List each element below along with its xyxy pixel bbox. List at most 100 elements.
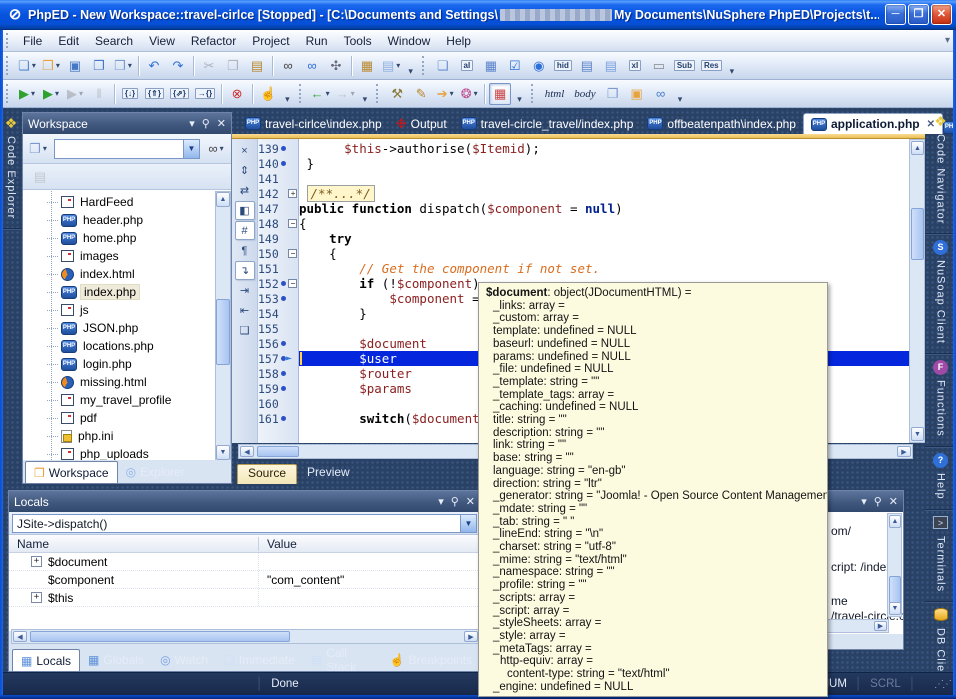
pause-button[interactable]: ‖ <box>88 83 110 105</box>
gutter-line-155[interactable]: 155 <box>258 321 298 336</box>
undo-button[interactable]: ↶ <box>143 55 165 77</box>
tree-item-php-ini[interactable]: php.ini <box>23 427 215 445</box>
run-button[interactable]: ▶▾ <box>16 83 38 105</box>
run-to-cursor-button[interactable]: →{} <box>193 83 217 105</box>
tree-scrollbar[interactable]: ▲ ▼ <box>215 191 231 460</box>
tree-item-header-php[interactable]: header.php <box>23 211 215 229</box>
show-paragraph-marks-button[interactable]: ¶ <box>235 241 255 260</box>
menubar-grip[interactable] <box>6 33 11 48</box>
menu-help[interactable]: Help <box>438 32 479 50</box>
code-line-141[interactable] <box>299 171 909 186</box>
gutter-line-159[interactable]: 159 <box>258 381 298 396</box>
fold-expand-icon[interactable]: + <box>288 189 297 198</box>
tab-help[interactable]: ?Help <box>925 447 956 510</box>
stop-button[interactable]: ⊗ <box>226 83 248 105</box>
tab-watch[interactable]: ◎Watch <box>152 649 216 671</box>
toolbar-overflow-chevron[interactable]: ▾ <box>730 66 735 79</box>
tab-code-explorer[interactable]: ❖ Code Explorer <box>0 108 22 229</box>
soft-wrap-button[interactable]: ⇄ <box>235 181 255 200</box>
watch-menu-button[interactable]: ▾ <box>861 495 867 508</box>
close-button[interactable]: ✕ <box>931 4 952 25</box>
gutter-line-161[interactable]: 161 <box>258 411 298 426</box>
tab-workspace[interactable]: ❒Workspace <box>25 461 118 483</box>
toolbar-overflow-chevron[interactable]: ▾ <box>363 94 368 107</box>
menu-edit[interactable]: Edit <box>50 32 87 50</box>
editor-scroll-right-icon[interactable]: ▶ <box>897 446 911 457</box>
replace-button[interactable]: ✣ <box>325 55 347 77</box>
step-over-button[interactable]: {⇑} <box>143 83 166 105</box>
form-list-button[interactable]: ▤ <box>576 55 598 77</box>
colors-button[interactable]: ▦ <box>489 83 511 105</box>
code-line-142[interactable]: /**...*/ <box>299 186 909 201</box>
publish-button[interactable]: ➔▾ <box>434 83 456 105</box>
minimize-button[interactable]: ─ <box>885 4 906 25</box>
tree-scroll-down-icon[interactable]: ▼ <box>216 445 230 460</box>
html-tag-button[interactable]: html <box>541 83 569 105</box>
code-line-149[interactable]: try <box>299 231 909 246</box>
editor-tab-output[interactable]: ❉Output <box>389 113 454 134</box>
tab-call-stack[interactable]: ▤Call Stack <box>303 649 382 671</box>
gutter-line-154[interactable]: 154 <box>258 306 298 321</box>
pan-hand-button[interactable]: ☝ <box>257 83 279 105</box>
menu-project[interactable]: Project <box>244 32 297 50</box>
code-line-140[interactable]: } <box>299 156 909 171</box>
gutter-line-158[interactable]: 158 <box>258 366 298 381</box>
toolbar-grip[interactable] <box>422 56 427 75</box>
code-line-139[interactable]: $this->authorise($Itemid); <box>299 141 909 156</box>
editor-tab-travel-circle-travel-index-php[interactable]: travel-circle_travel/index.php <box>454 113 641 134</box>
tab-nusoap-client[interactable]: SNuSoap Client <box>925 234 956 354</box>
workspace-file-tree[interactable]: HardFeedheader.phphome.phpimagesindex.ht… <box>23 190 231 460</box>
gutter-line-148[interactable]: 148− <box>258 216 298 231</box>
locals-row-component[interactable]: $component"com_content" <box>9 571 480 589</box>
collapse-margin-button[interactable]: ◧ <box>235 201 255 220</box>
settings-button[interactable]: ⚒ <box>386 83 408 105</box>
watch-scroll-down-icon[interactable]: ▼ <box>889 602 901 615</box>
form-radio-button[interactable]: ◉ <box>528 55 550 77</box>
watch-scroll-thumb[interactable] <box>889 576 901 604</box>
tree-item-missing-html[interactable]: missing.html <box>23 373 215 391</box>
gutter-line-147[interactable]: 147 <box>258 201 298 216</box>
menu-refactor[interactable]: Refactor <box>183 32 244 50</box>
watch-vscrollbar[interactable]: ▲ ▼ <box>887 513 902 617</box>
step-out-button[interactable]: {⇗} <box>168 83 191 105</box>
frames-button[interactable]: ▦ <box>356 55 378 77</box>
locals-scroll-left-icon[interactable]: ◀ <box>13 631 27 642</box>
gutter-line-160[interactable]: 160 <box>258 396 298 411</box>
fold-collapse-icon[interactable]: − <box>288 249 297 258</box>
editor-scroll-up-icon[interactable]: ▲ <box>911 141 924 155</box>
close-editor-button[interactable]: × <box>235 141 255 160</box>
save-all-button[interactable]: ❐ <box>88 55 110 77</box>
open-file-button[interactable]: ❒▾ <box>40 55 62 77</box>
gutter-line-140[interactable]: 140 <box>258 156 298 171</box>
insert-image-button[interactable]: ▣ <box>626 83 648 105</box>
jump-to-button[interactable]: ↴ <box>235 261 255 280</box>
gutter-line-157[interactable]: 157► <box>258 351 298 366</box>
column-value[interactable]: Value <box>259 537 480 551</box>
locals-row-document[interactable]: +$document <box>9 553 480 571</box>
navigate-forward-button[interactable]: →▾ <box>334 83 357 105</box>
toolbar-overflow-chevron[interactable]: ▾ <box>678 94 683 107</box>
menu-file[interactable]: File <box>15 32 50 50</box>
tab-globals[interactable]: ▦Globals <box>80 649 152 671</box>
resize-grip[interactable]: ⋰⋰ <box>934 679 950 690</box>
redo-button[interactable]: ↷ <box>167 55 189 77</box>
split-editor-button[interactable]: ⇕ <box>235 161 255 180</box>
body-tag-button[interactable]: body <box>570 83 599 105</box>
workspace-filter-dropdown-icon[interactable]: ▼ <box>183 140 199 158</box>
toolbar-grip[interactable] <box>531 84 536 103</box>
editor-gutter[interactable]: 139140141142+147148−149150−151152−153154… <box>258 139 299 443</box>
stack-context-select[interactable]: JSite->dispatch() ▼ <box>12 514 477 533</box>
editor-scroll-left-icon[interactable]: ◀ <box>240 446 254 457</box>
tab-source[interactable]: Source <box>237 464 297 484</box>
form-hidden-button[interactable]: hid <box>552 55 574 77</box>
outdent-button[interactable]: ⇤ <box>235 301 255 320</box>
locals-menu-button[interactable]: ▾ <box>438 495 444 508</box>
tree-item-js[interactable]: js <box>23 301 215 319</box>
workspace-new-item-button[interactable]: ❒▾ <box>27 138 49 160</box>
gutter-line-151[interactable]: 151 <box>258 261 298 276</box>
menu-search[interactable]: Search <box>87 32 141 50</box>
watch-close-button[interactable]: ✕ <box>889 495 898 508</box>
tree-item-json-php[interactable]: JSON.php <box>23 319 215 337</box>
tree-item-login-php[interactable]: login.php <box>23 355 215 373</box>
toolbar-overflow-chevron[interactable]: ▾ <box>517 94 522 107</box>
